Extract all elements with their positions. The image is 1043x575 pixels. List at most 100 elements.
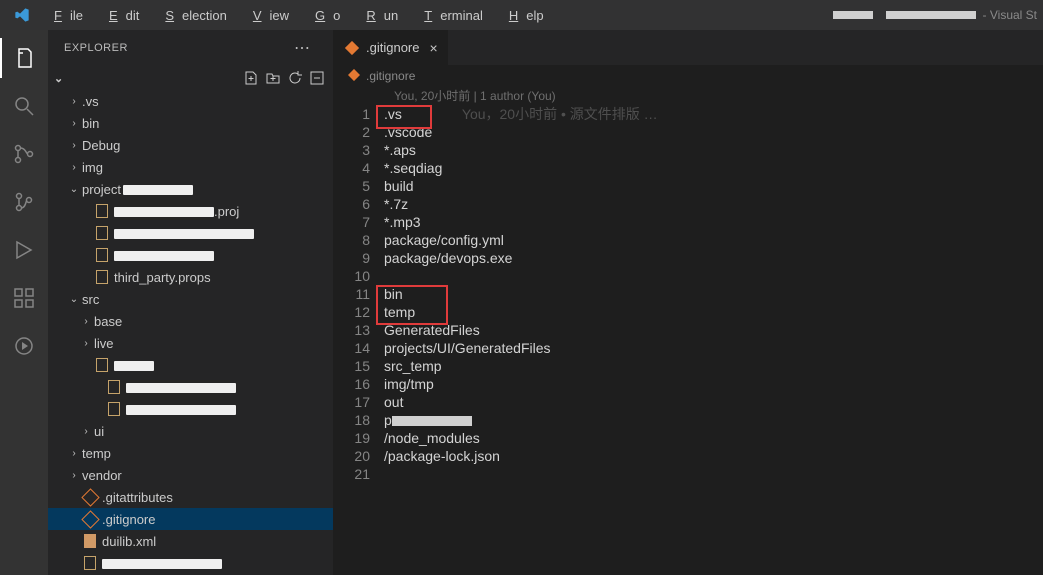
- editor-tabs: .gitignore ×: [334, 30, 1043, 65]
- activity-run-icon[interactable]: [0, 230, 48, 270]
- code-line[interactable]: .vscode: [384, 123, 1043, 141]
- chevron-right-icon: ›: [78, 338, 94, 349]
- file-tree: ›.vs›bin›Debug›img⌄project.projthird_par…: [48, 90, 333, 575]
- tree-folder[interactable]: ›Debug: [48, 134, 333, 156]
- code-line[interactable]: out: [384, 393, 1043, 411]
- close-icon[interactable]: ×: [429, 40, 437, 56]
- tree-file[interactable]: [48, 222, 333, 244]
- menu-file[interactable]: File: [38, 4, 91, 27]
- tree-file[interactable]: .gitignore: [48, 508, 333, 530]
- code-line[interactable]: *.mp3: [384, 213, 1043, 231]
- menu-terminal[interactable]: Terminal: [408, 4, 491, 27]
- tree-item-label: bin: [82, 116, 99, 131]
- code-line[interactable]: GeneratedFiles: [384, 321, 1043, 339]
- code-line[interactable]: [384, 465, 1043, 483]
- activity-circle-icon[interactable]: [0, 326, 48, 366]
- chevron-down-icon: ⌄: [54, 72, 63, 85]
- activity-extensions-icon[interactable]: [0, 278, 48, 318]
- tree-file[interactable]: [48, 398, 333, 420]
- sidebar-more-icon[interactable]: ⋯: [288, 36, 317, 60]
- code-line[interactable]: src_temp: [384, 357, 1043, 375]
- tree-file[interactable]: [48, 552, 333, 574]
- collapse-icon[interactable]: [309, 70, 325, 86]
- tree-folder[interactable]: ⌄project: [48, 178, 333, 200]
- tree-folder[interactable]: ›.vs: [48, 90, 333, 112]
- chevron-right-icon: ›: [66, 448, 82, 459]
- tree-item-label: ui: [94, 424, 104, 439]
- tree-file[interactable]: [48, 354, 333, 376]
- code-line[interactable]: /package-lock.json: [384, 447, 1043, 465]
- tree-item-label: Debug: [82, 138, 120, 153]
- activity-search-icon[interactable]: [0, 86, 48, 126]
- tree-item-label: third_party.props: [114, 270, 211, 285]
- menu-selection[interactable]: Selection: [149, 4, 234, 27]
- sidebar-actions: [243, 70, 333, 86]
- breadcrumb[interactable]: .gitignore: [334, 65, 1043, 87]
- new-file-icon[interactable]: [243, 70, 259, 86]
- refresh-icon[interactable]: [287, 70, 303, 86]
- code-line[interactable]: package/devops.exe: [384, 249, 1043, 267]
- code-lines[interactable]: .vsYou，20小时前 • 源文件排版 ….vscode*.aps*.seqd…: [384, 105, 1043, 575]
- tree-item-label: base: [94, 314, 122, 329]
- tree-file[interactable]: duilib.xml: [48, 530, 333, 552]
- chevron-right-icon: ›: [66, 162, 82, 173]
- code-line[interactable]: temp: [384, 303, 1043, 321]
- tree-item-label: duilib.xml: [102, 534, 156, 549]
- tree-file[interactable]: .gitattributes: [48, 486, 333, 508]
- tree-folder[interactable]: ›vendor: [48, 464, 333, 486]
- tree-item-label: temp: [82, 446, 111, 461]
- code-editor[interactable]: 123456789101112131415161718192021 .vsYou…: [334, 105, 1043, 575]
- tree-folder[interactable]: ⌄src: [48, 288, 333, 310]
- sidebar-root[interactable]: ⌄: [48, 66, 333, 90]
- tree-folder[interactable]: ›img: [48, 156, 333, 178]
- tree-file[interactable]: [48, 244, 333, 266]
- code-line[interactable]: build: [384, 177, 1043, 195]
- tree-folder[interactable]: ›live: [48, 332, 333, 354]
- file-icon: [94, 269, 110, 285]
- code-line[interactable]: .vsYou，20小时前 • 源文件排版 …: [384, 105, 1043, 123]
- code-line[interactable]: img/tmp: [384, 375, 1043, 393]
- git-file-icon: [344, 40, 360, 56]
- sidebar-title: EXPLORER: [64, 42, 128, 54]
- chevron-down-icon: ⌄: [66, 184, 82, 195]
- tree-folder[interactable]: ›temp: [48, 442, 333, 464]
- activity-explorer-icon[interactable]: [0, 38, 48, 78]
- vscode-logo-icon: [14, 7, 30, 23]
- tree-folder[interactable]: ›base: [48, 310, 333, 332]
- tree-folder[interactable]: ›ui: [48, 420, 333, 442]
- tree-item-label: .gitattributes: [102, 490, 173, 505]
- tree-file[interactable]: .proj: [48, 200, 333, 222]
- new-folder-icon[interactable]: [265, 70, 281, 86]
- code-line[interactable]: projects/UI/GeneratedFiles: [384, 339, 1043, 357]
- code-line[interactable]: /node_modules: [384, 429, 1043, 447]
- code-line[interactable]: *.aps: [384, 141, 1043, 159]
- menubar: File Edit Selection View Go Run Terminal…: [38, 4, 552, 27]
- sidebar-header: EXPLORER ⋯: [48, 30, 333, 66]
- menu-go[interactable]: Go: [299, 4, 348, 27]
- tree-file[interactable]: [48, 376, 333, 398]
- chevron-right-icon: ›: [66, 118, 82, 129]
- menu-view[interactable]: View: [237, 4, 297, 27]
- menu-edit[interactable]: Edit: [93, 4, 147, 27]
- code-line[interactable]: p: [384, 411, 1043, 429]
- editor-area: .gitignore × .gitignore You, 20小时前 | 1 a…: [334, 30, 1043, 575]
- menu-run[interactable]: Run: [350, 4, 406, 27]
- file-icon: [106, 379, 122, 395]
- tree-folder[interactable]: ›bin: [48, 112, 333, 134]
- activity-scm2-icon[interactable]: [0, 182, 48, 222]
- menu-help[interactable]: Help: [493, 4, 552, 27]
- code-line[interactable]: package/config.yml: [384, 231, 1043, 249]
- code-line[interactable]: *.7z: [384, 195, 1043, 213]
- tab-gitignore[interactable]: .gitignore ×: [334, 30, 448, 65]
- code-line[interactable]: [384, 267, 1043, 285]
- code-line[interactable]: *.seqdiag: [384, 159, 1043, 177]
- file-icon: [94, 203, 110, 219]
- activity-scm-icon[interactable]: [0, 134, 48, 174]
- window-title: - Visual St: [833, 8, 1037, 22]
- tree-file[interactable]: third_party.props: [48, 266, 333, 288]
- tree-item-label: [114, 248, 214, 263]
- titlebar: File Edit Selection View Go Run Terminal…: [0, 0, 1043, 30]
- tree-item-label: .vs: [82, 94, 99, 109]
- code-line[interactable]: bin: [384, 285, 1043, 303]
- chevron-right-icon: ›: [66, 140, 82, 151]
